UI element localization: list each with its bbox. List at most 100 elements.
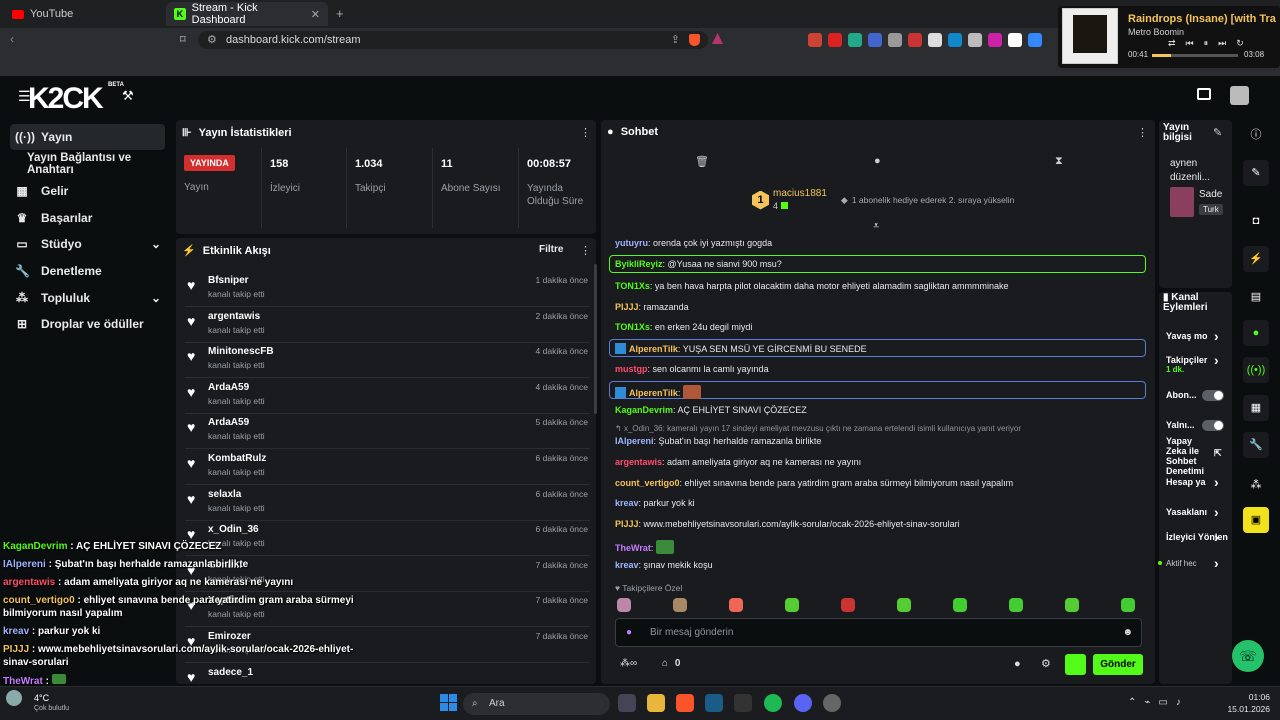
chat-username[interactable]: ByikliReyiz: [615, 259, 663, 269]
mic-icon[interactable]: ●: [626, 619, 632, 646]
activity-menu-icon[interactable]: ⋮: [580, 244, 591, 257]
lightning-icon[interactable]: ⚡: [1243, 246, 1269, 272]
chat-message[interactable]: IAlpereni: Şubat'ın başı herhalde ramaza…: [615, 436, 821, 446]
settings-icon[interactable]: ⚙: [1041, 657, 1051, 670]
weather-icon[interactable]: [6, 690, 22, 706]
emote-icon[interactable]: [1121, 598, 1135, 612]
hammer-icon[interactable]: ⚒: [122, 88, 134, 104]
spotify-icon[interactable]: [764, 694, 782, 712]
extension-icon[interactable]: [928, 33, 942, 47]
channel-action-item[interactable]: Yapay Zeka ile Sohbet Denetimi ⇱: [1166, 436, 1222, 476]
extension-icon[interactable]: [1008, 33, 1022, 47]
extension-icon[interactable]: [888, 33, 902, 47]
activity-item[interactable]: ♥ Bfsniper kanalı takip etti 1 dakika önce: [185, 271, 590, 307]
infinity-icon[interactable]: ⁂∞: [620, 658, 637, 669]
chat-message[interactable]: PIJJJ: ramazanda: [615, 302, 689, 312]
extension-icon[interactable]: [848, 33, 862, 47]
emote-icon[interactable]: [617, 598, 631, 612]
layout-icon[interactable]: ▦: [1243, 395, 1269, 421]
channel-action-item[interactable]: Yalnı...: [1166, 420, 1226, 431]
file-explorer-icon[interactable]: [647, 694, 665, 712]
chat-bubble-icon[interactable]: ●: [1014, 658, 1021, 670]
extension-icon[interactable]: [1028, 33, 1042, 47]
kick-bot-icon[interactable]: [1065, 654, 1086, 675]
emote-icon[interactable]: [897, 598, 911, 612]
chat-username[interactable]: IAlpereni: [615, 436, 654, 446]
activity-item[interactable]: ♥ argentawis kanalı takip etti 2 dakika önc…: [185, 307, 590, 343]
toggle-switch[interactable]: [1202, 420, 1224, 431]
community-icon[interactable]: ⁂: [1243, 472, 1269, 498]
emote-icon[interactable]: [729, 598, 743, 612]
chat-username[interactable]: kreav: [615, 560, 639, 570]
chat-username[interactable]: count_vertigo0: [615, 478, 680, 488]
stats-menu-icon[interactable]: ⋮: [580, 126, 591, 139]
channel-action-item[interactable]: Abon...: [1166, 390, 1226, 401]
bookmark-icon[interactable]: ⌑: [180, 33, 186, 46]
activity-item[interactable]: ♥ KombatRulz kanalı takip etti 6 dakika önc…: [185, 449, 590, 485]
extension-icon[interactable]: [988, 33, 1002, 47]
chat-message[interactable]: AlperenTilk: YUŞA SEN MSÜ YE GİRCENMİ BU…: [615, 343, 867, 354]
new-tab-icon[interactable]: +: [336, 6, 344, 21]
url-field[interactable]: ⚙ dashboard.kick.com/stream ⇪: [198, 31, 708, 49]
support-icon[interactable]: ☏: [1232, 640, 1264, 672]
channel-action-item[interactable]: Yavaş mo ›: [1166, 328, 1226, 344]
chat-username[interactable]: TON1Xs: [615, 281, 650, 291]
broadcast-icon[interactable]: ((•)): [1243, 357, 1269, 383]
send-button[interactable]: Gönder: [1093, 654, 1143, 675]
brave-icon[interactable]: [676, 694, 694, 712]
channel-action-item[interactable]: Takipçiler 1 dk. ›: [1166, 352, 1226, 374]
info-icon[interactable]: ⓘ: [1243, 122, 1269, 148]
chat-message[interactable]: KaganDevrim: AÇ EHLİYET SINAVI ÇÖZECEZ: [615, 405, 807, 415]
share-icon[interactable]: ⇪: [671, 31, 680, 49]
chat-username[interactable]: kreav: [615, 498, 639, 508]
sidebar-item-5[interactable]: 🔧 Denetleme: [10, 258, 165, 284]
camera-icon[interactable]: ◘: [1243, 208, 1269, 234]
toggle-switch[interactable]: [1202, 390, 1224, 401]
extension-icon[interactable]: [908, 33, 922, 47]
extension-icon[interactable]: [948, 33, 962, 47]
chat-bubble-icon[interactable]: ●: [874, 155, 881, 167]
track-progress[interactable]: [1152, 54, 1238, 57]
chat-message[interactable]: TON1Xs: ya ben hava harpta pilot olacakt…: [615, 281, 1009, 291]
brave-shield-icon[interactable]: [689, 34, 700, 46]
trash-icon[interactable]: 🗑: [695, 155, 709, 168]
channel-action-item[interactable]: Hesap ya ›: [1166, 474, 1226, 490]
chat-message[interactable]: kreav: şınav mekik koşu: [615, 560, 713, 570]
emoji-icon[interactable]: ☻: [1122, 619, 1133, 646]
tab-youtube[interactable]: YouTube: [4, 2, 164, 26]
chat-username[interactable]: PIJJJ: [615, 519, 639, 529]
chat-message[interactable]: ByikliReyiz: @Yusaa ne sianvi 900 msu?: [615, 259, 782, 269]
app-icon[interactable]: [823, 694, 841, 712]
activity-scrollbar[interactable]: [594, 264, 597, 414]
sidebar-item-6[interactable]: ⁂ Topluluk ⌄: [10, 285, 165, 311]
site-info-icon[interactable]: ⚙: [207, 31, 217, 49]
wrench-icon[interactable]: 🔧: [1243, 432, 1269, 458]
tab-kick-dashboard[interactable]: K Stream - Kick Dashboard ✕: [166, 2, 328, 26]
activity-item[interactable]: ♥ ArdaA59 kanalı takip etti 5 dakika önce: [185, 413, 590, 450]
activity-item[interactable]: ♥ ArdaA59 kanalı takip etti 4 dakika önce: [185, 378, 590, 414]
discord-icon[interactable]: [794, 694, 812, 712]
extension-icon[interactable]: [808, 33, 822, 47]
clock[interactable]: 01:06 15.01.2026: [1226, 691, 1270, 715]
activity-item[interactable]: ♥ selaxla kanalı takip etti 6 dakika önce: [185, 485, 590, 521]
task-view-icon[interactable]: [618, 694, 636, 712]
emote-icon[interactable]: [673, 598, 687, 612]
extension-icon[interactable]: [968, 33, 982, 47]
document-icon[interactable]: ▤: [1243, 284, 1269, 310]
media-controls[interactable]: ⇄⏮⏸⏭↻: [1168, 38, 1254, 49]
channel-action-item[interactable]: Aktif hec ›: [1158, 555, 1226, 571]
edit-icon[interactable]: ✎: [1213, 126, 1222, 139]
emote-icon[interactable]: [841, 598, 855, 612]
close-tab-icon[interactable]: ✕: [311, 8, 320, 21]
hourglass-icon[interactable]: ⧗: [1055, 155, 1063, 168]
sidebar-item-4[interactable]: ▭ Stüdyo ⌄: [10, 231, 165, 257]
chat-username[interactable]: AlperenTilk: [629, 344, 678, 354]
chat-username[interactable]: argentawis: [615, 457, 662, 467]
filter-button[interactable]: Filtre: [539, 244, 563, 255]
emote-icon[interactable]: [785, 598, 799, 612]
chat-username[interactable]: PIJJJ: [615, 302, 639, 312]
back-icon[interactable]: ‹: [10, 32, 14, 46]
collapse-icon[interactable]: ⩡: [873, 220, 879, 233]
emote-icon[interactable]: [953, 598, 967, 612]
channel-action-item[interactable]: Yasaklanı ›: [1166, 504, 1226, 520]
